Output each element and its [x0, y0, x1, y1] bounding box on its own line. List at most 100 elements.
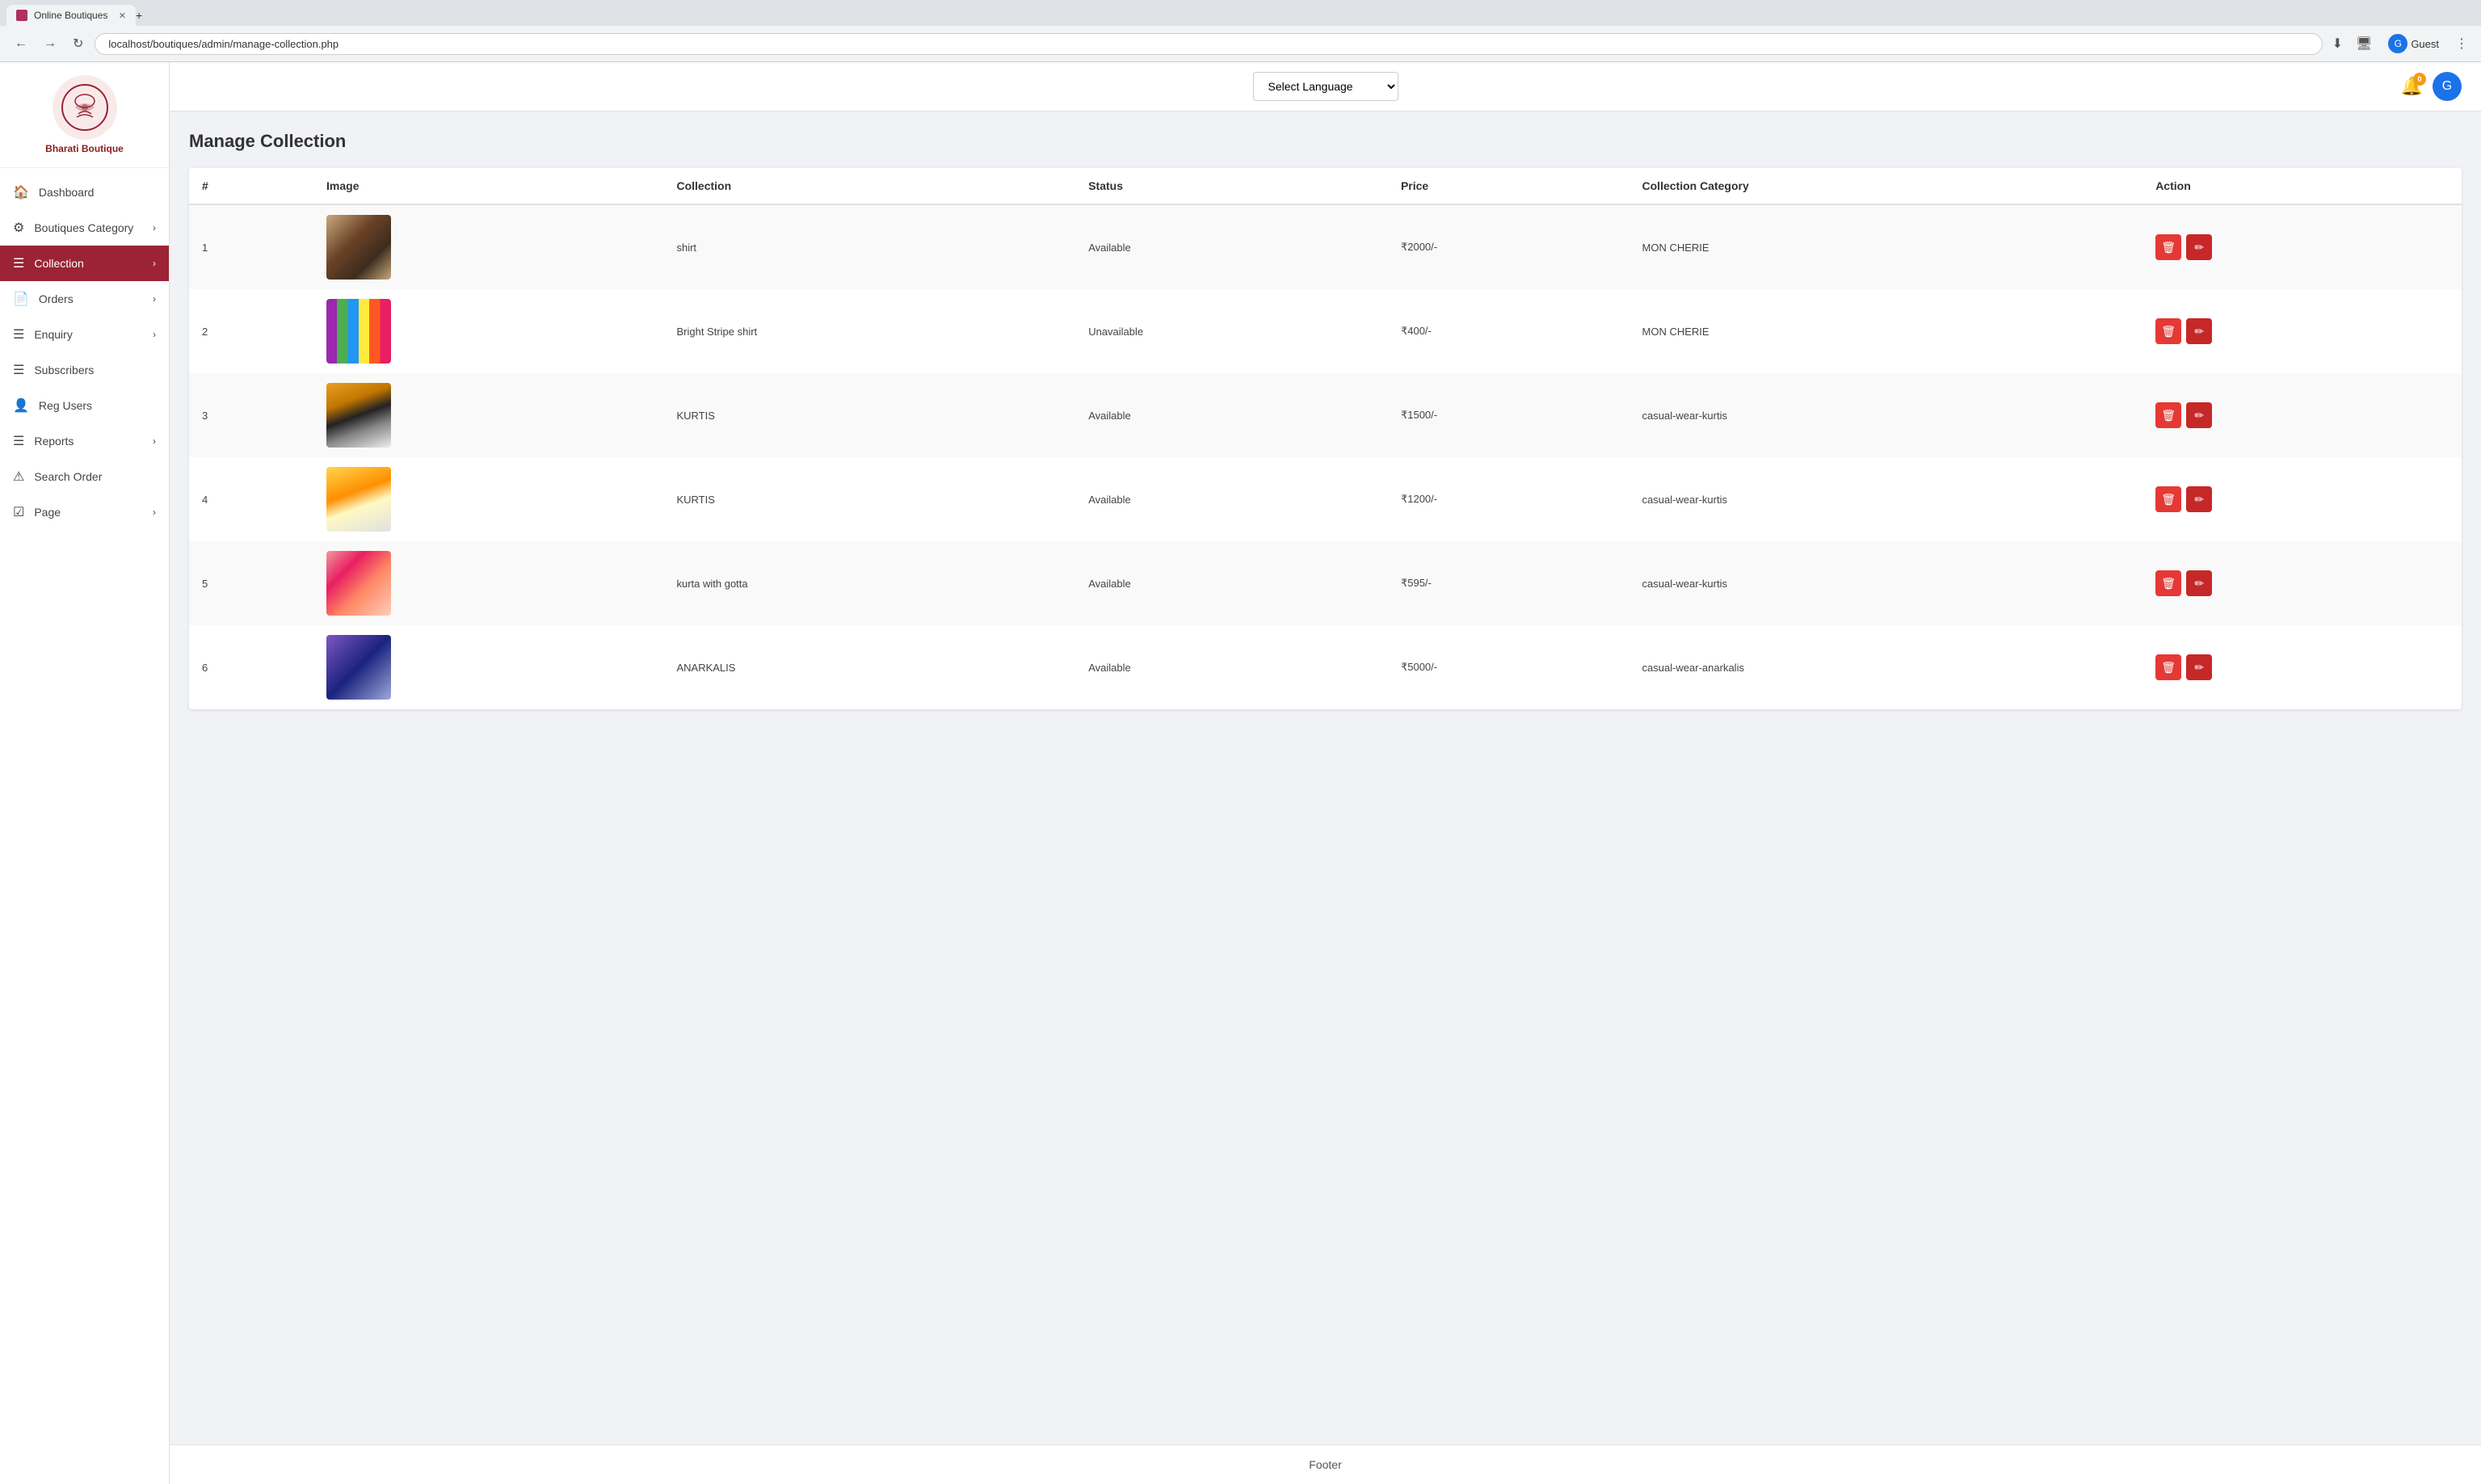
col-category: Collection Category [1629, 168, 2143, 204]
chevron-right-icon: › [153, 293, 156, 305]
cell-status: Available [1075, 625, 1388, 709]
col-price: Price [1388, 168, 1629, 204]
sidebar-item-boutiques-category[interactable]: ⚙ Boutiques Category › [0, 210, 169, 246]
sidebar-navigation: 🏠 Dashboard ⚙ Boutiques Category › ☰ Col… [0, 168, 169, 1484]
chevron-right-icon: › [153, 258, 156, 269]
cell-category: casual-wear-kurtis [1629, 457, 2143, 541]
cell-collection: KURTIS [663, 373, 1075, 457]
new-tab-button[interactable]: + [136, 9, 142, 22]
cell-action: 🗑 ✏ [2142, 541, 2462, 625]
edit-button[interactable]: ✏ [2186, 654, 2212, 680]
browser-tab-active[interactable]: Online Boutiques ✕ [6, 5, 136, 26]
edit-button[interactable]: ✏ [2186, 234, 2212, 260]
cast-icon[interactable]: 🖥 [2353, 32, 2375, 55]
table-header-row: # Image Collection Status Price Collecti… [189, 168, 2462, 204]
delete-button[interactable]: 🗑 [2155, 486, 2181, 512]
delete-button[interactable]: 🗑 [2155, 654, 2181, 680]
back-button[interactable]: ← [10, 33, 32, 54]
language-select[interactable]: Select Language English Hindi Marathi [1253, 72, 1398, 101]
action-buttons: 🗑 ✏ [2155, 234, 2449, 260]
delete-button[interactable]: 🗑 [2155, 570, 2181, 596]
forward-button[interactable]: → [39, 33, 61, 54]
notification-bell[interactable]: 🔔 0 [2401, 76, 2423, 97]
url-bar[interactable]: localhost/boutiques/admin/manage-collect… [95, 33, 2322, 55]
page-footer: Footer [170, 1444, 2481, 1484]
delete-button[interactable]: 🗑 [2155, 318, 2181, 344]
reports-icon: ☰ [13, 433, 24, 449]
sidebar-item-label: Orders [39, 292, 74, 305]
account-button[interactable]: G Guest [2382, 31, 2445, 57]
action-buttons: 🗑 ✏ [2155, 570, 2449, 596]
tab-title: Online Boutiques [34, 10, 107, 21]
col-number: # [189, 168, 313, 204]
sidebar-item-dashboard[interactable]: 🏠 Dashboard [0, 174, 169, 210]
chevron-right-icon: › [153, 329, 156, 340]
notification-badge: 0 [2413, 73, 2426, 86]
cell-category: casual-wear-anarkalis [1629, 625, 2143, 709]
sidebar-item-search-order[interactable]: ⚠ Search Order [0, 459, 169, 494]
home-icon: 🏠 [13, 184, 29, 200]
header-right: 🔔 0 G [2401, 72, 2462, 101]
cell-price: ₹1200/- [1388, 457, 1629, 541]
list-icon: ☰ [13, 255, 24, 271]
menu-icon[interactable]: ⋮ [2452, 32, 2471, 55]
product-image [326, 635, 391, 700]
cell-image [313, 204, 663, 289]
download-icon[interactable]: ⬇ [2329, 32, 2346, 55]
account-avatar: G [2388, 34, 2407, 53]
cell-category: MON CHERIE [1629, 289, 2143, 373]
cell-category: casual-wear-kurtis [1629, 541, 2143, 625]
cell-price: ₹2000/- [1388, 204, 1629, 289]
table-row: 5 kurta with gotta Available ₹595/- casu… [189, 541, 2462, 625]
cell-number: 5 [189, 541, 313, 625]
cell-number: 3 [189, 373, 313, 457]
cell-image [313, 541, 663, 625]
product-image [326, 551, 391, 616]
sidebar-item-page[interactable]: ☑ Page › [0, 494, 169, 530]
cell-action: 🗑 ✏ [2142, 373, 2462, 457]
delete-button[interactable]: 🗑 [2155, 402, 2181, 428]
table-header: # Image Collection Status Price Collecti… [189, 168, 2462, 204]
action-buttons: 🗑 ✏ [2155, 318, 2449, 344]
col-collection: Collection [663, 168, 1075, 204]
tab-close-button[interactable]: ✕ [119, 11, 126, 21]
browser-address-bar: ← → ↻ localhost/boutiques/admin/manage-c… [0, 26, 2481, 61]
sidebar-item-reports[interactable]: ☰ Reports › [0, 423, 169, 459]
edit-button[interactable]: ✏ [2186, 402, 2212, 428]
cell-image [313, 373, 663, 457]
table-row: 3 KURTIS Available ₹1500/- casual-wear-k… [189, 373, 2462, 457]
sidebar-item-orders[interactable]: 📄 Orders › [0, 281, 169, 317]
cell-status: Available [1075, 204, 1388, 289]
delete-button[interactable]: 🗑 [2155, 234, 2181, 260]
cell-collection: shirt [663, 204, 1075, 289]
page-title: Manage Collection [189, 131, 2462, 152]
col-image: Image [313, 168, 663, 204]
top-header: Select Language English Hindi Marathi 🔔 … [170, 62, 2481, 111]
action-buttons: 🗑 ✏ [2155, 486, 2449, 512]
cell-status: Available [1075, 541, 1388, 625]
sidebar-item-label: Dashboard [39, 186, 95, 199]
product-image [326, 299, 391, 364]
sidebar-item-label: Subscribers [34, 364, 94, 376]
footer-label: Footer [1309, 1458, 1341, 1471]
sidebar-item-subscribers[interactable]: ☰ Subscribers [0, 352, 169, 388]
cell-price: ₹5000/- [1388, 625, 1629, 709]
refresh-button[interactable]: ↻ [68, 32, 88, 55]
edit-button[interactable]: ✏ [2186, 318, 2212, 344]
collection-table: # Image Collection Status Price Collecti… [189, 168, 2462, 709]
user-avatar[interactable]: G [2433, 72, 2462, 101]
cell-status: Available [1075, 373, 1388, 457]
col-action: Action [2142, 168, 2462, 204]
sidebar-item-reg-users[interactable]: 👤 Reg Users [0, 388, 169, 423]
tab-favicon [16, 10, 27, 21]
sidebar-item-collection[interactable]: ☰ Collection › [0, 246, 169, 281]
action-buttons: 🗑 ✏ [2155, 654, 2449, 680]
sidebar-item-enquiry[interactable]: ☰ Enquiry › [0, 317, 169, 352]
cell-category: MON CHERIE [1629, 204, 2143, 289]
sidebar-logo: Bharati Boutique [0, 62, 169, 168]
sidebar-item-label: Collection [34, 257, 83, 270]
cell-number: 2 [189, 289, 313, 373]
edit-button[interactable]: ✏ [2186, 486, 2212, 512]
edit-button[interactable]: ✏ [2186, 570, 2212, 596]
sidebar-item-label: Boutiques Category [34, 221, 133, 234]
